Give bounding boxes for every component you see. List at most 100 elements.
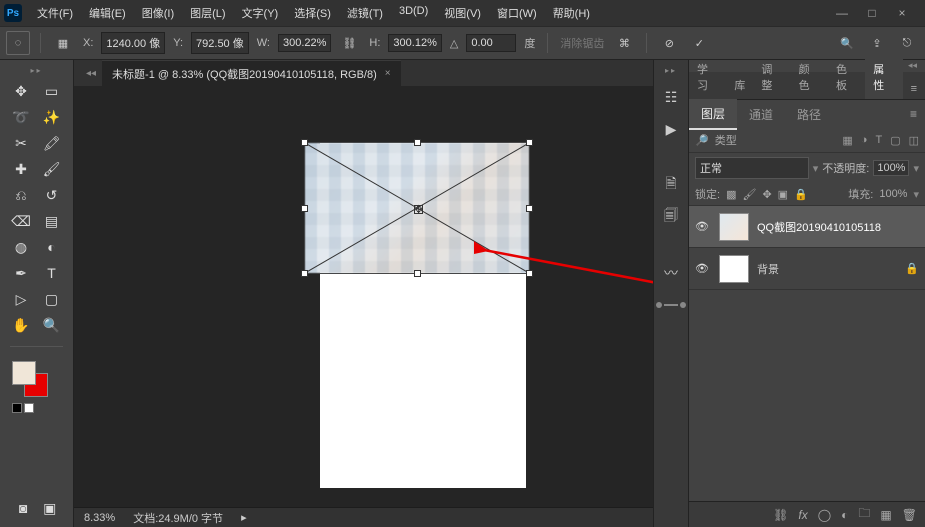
path-select-icon[interactable]: ▷ [8,288,34,310]
y-field[interactable]: 792.50 像 [191,32,249,54]
transform-tool-icon[interactable]: ◌ [6,31,30,55]
history-panel-icon[interactable]: ☷ [660,86,682,108]
transform-handle[interactable] [301,205,308,212]
adjust-panel-icon[interactable] [660,294,682,316]
filter-shape-icon[interactable]: ▢ [890,134,900,147]
close-tab-icon[interactable]: × [385,68,391,79]
type-tool-icon[interactable]: T [39,262,65,284]
crop-tool-icon[interactable]: ✂ [8,132,34,154]
lasso-tool-icon[interactable]: ➰ [8,106,34,128]
zoom-tool-icon[interactable]: 🔍 [39,314,65,336]
x-field[interactable]: 1240.00 像 [101,32,165,54]
tab-collapse-icon[interactable]: ◂◂ [80,68,102,79]
transform-handle[interactable] [414,139,421,146]
magic-wand-icon[interactable]: ✨ [39,106,65,128]
shape-tool-icon[interactable]: ▢ [39,288,65,310]
brush-tool-icon[interactable]: 🖌 [39,158,65,180]
healing-brush-icon[interactable]: ✚ [8,158,34,180]
tab-libraries[interactable]: 库 [726,71,753,99]
cancel-icon[interactable]: ⊘ [657,31,681,55]
transform-handle[interactable] [526,205,533,212]
export-icon[interactable]: ⎋ [895,31,919,55]
menu-select[interactable]: 选择(S) [287,1,338,25]
zoom-level[interactable]: 8.33% [84,512,115,524]
quick-mask-icon[interactable]: ◙ [10,497,36,519]
fill-field[interactable]: 100% [879,188,907,200]
transform-center-icon[interactable] [414,205,423,214]
reference-point-icon[interactable]: ▦ [51,31,75,55]
new-layer-icon[interactable]: ▦ [880,508,891,522]
tab-paths[interactable]: 路径 [785,100,833,129]
visibility-icon[interactable]: 👁 [695,262,711,275]
tab-learn[interactable]: 学习 [689,55,726,99]
swap-colors-icon[interactable] [24,403,34,413]
new-group-icon[interactable]: 🗀 [858,504,870,525]
filter-type-icon[interactable]: T [875,134,882,147]
opacity-field[interactable]: 100% [873,160,909,176]
panel-menu-icon[interactable]: ≡ [903,79,925,99]
hand-tool-icon[interactable]: ✋ [8,314,34,336]
eraser-tool-icon[interactable]: ⌫ [8,210,34,232]
delete-layer-icon[interactable]: 🗑 [902,508,917,522]
lock-transparent-icon[interactable]: ▩ [726,188,736,201]
pen-tool-icon[interactable]: ✒ [8,262,34,284]
blur-tool-icon[interactable]: ◍ [8,236,34,258]
h-field[interactable]: 300.12% [388,34,441,52]
share-icon[interactable]: ⇪ [865,31,889,55]
menu-3d[interactable]: 3D(D) [392,1,435,25]
maximize-button[interactable]: □ [863,6,881,20]
menu-view[interactable]: 视图(V) [437,1,488,25]
lock-position-icon[interactable]: ✥ [762,188,771,201]
menu-image[interactable]: 图像(I) [135,1,181,25]
clone-stamp-icon[interactable]: ⎌ [8,184,34,206]
link-layers-icon[interactable]: ⛓ [773,508,788,522]
dodge-tool-icon[interactable]: ◐ [39,236,65,258]
tab-color[interactable]: 颜色 [791,55,828,99]
layer-style-icon[interactable]: fx [798,508,807,522]
close-button[interactable]: × [893,6,911,20]
layers-menu-icon[interactable]: ≡ [902,103,925,125]
filter-pixel-icon[interactable]: ▦ [842,134,852,147]
history-brush-icon[interactable]: ↺ [39,184,65,206]
new-fill-icon[interactable]: ◐ [841,508,848,522]
gradient-tool-icon[interactable]: ▤ [39,210,65,232]
layer-name[interactable]: 背景 [757,261,897,277]
actions-panel-icon[interactable]: ▶ [660,118,682,140]
menu-file[interactable]: 文件(F) [30,1,80,25]
menu-edit[interactable]: 编辑(E) [82,1,133,25]
default-colors-icon[interactable] [12,403,22,413]
visibility-icon[interactable]: 👁 [695,220,711,233]
layer-thumbnail[interactable] [719,213,749,241]
paragraph-panel-icon[interactable]: 🗐 [660,206,682,228]
brush-panel-icon[interactable]: 〰 [660,262,682,284]
eyedropper-icon[interactable]: 🖍 [39,132,65,154]
canvas[interactable] [74,86,653,507]
filter-search-icon[interactable]: 🔎 [695,134,709,147]
search-icon[interactable]: 🔍 [835,31,859,55]
move-tool-icon[interactable]: ✥ [8,80,34,102]
layer-row[interactable]: 👁 背景 🔒 [689,248,925,290]
transform-handle[interactable] [301,139,308,146]
lock-pixels-icon[interactable]: 🖌 [742,188,756,201]
tab-properties[interactable]: 属性 [865,55,902,99]
foreground-color-swatch[interactable] [12,361,36,385]
commit-icon[interactable]: ✓ [687,31,711,55]
tab-layers[interactable]: 图层 [689,99,737,130]
layer-row[interactable]: 👁 QQ截图20190410105118 [689,206,925,248]
blend-mode-select[interactable]: 正常 [695,157,809,179]
transform-handle[interactable] [301,270,308,277]
marquee-tool-icon[interactable]: ▭ [39,80,65,102]
status-menu-icon[interactable]: ▸ [241,511,247,524]
tab-swatches[interactable]: 色板 [828,55,865,99]
warp-icon[interactable]: ⌘ [612,31,636,55]
link-icon[interactable]: ⛓ [337,31,361,55]
screen-mode-icon[interactable]: ▣ [37,497,63,519]
filter-smart-icon[interactable]: ◫ [909,134,919,147]
menu-layer[interactable]: 图层(L) [183,1,232,25]
layer-name[interactable]: QQ截图20190410105118 [757,219,919,235]
rail-handle[interactable]: ▸▸ [665,66,677,76]
lock-artboard-icon[interactable]: ▣ [778,188,788,201]
layer-thumbnail[interactable] [719,255,749,283]
minimize-button[interactable]: — [833,6,851,20]
menu-filter[interactable]: 滤镜(T) [340,1,390,25]
